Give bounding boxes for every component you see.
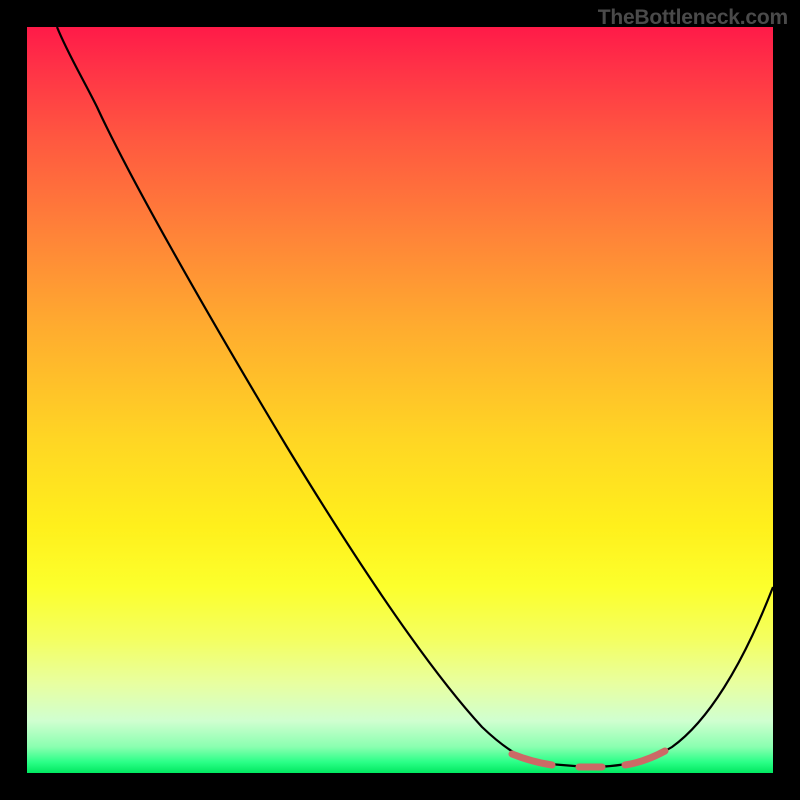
optimal-range-highlight bbox=[512, 751, 665, 767]
chart-container: TheBottleneck.com bbox=[0, 0, 800, 800]
watermark-text: TheBottleneck.com bbox=[598, 6, 788, 30]
curve-layer bbox=[27, 27, 773, 773]
bottleneck-curve bbox=[57, 27, 773, 767]
plot-area bbox=[27, 27, 773, 773]
